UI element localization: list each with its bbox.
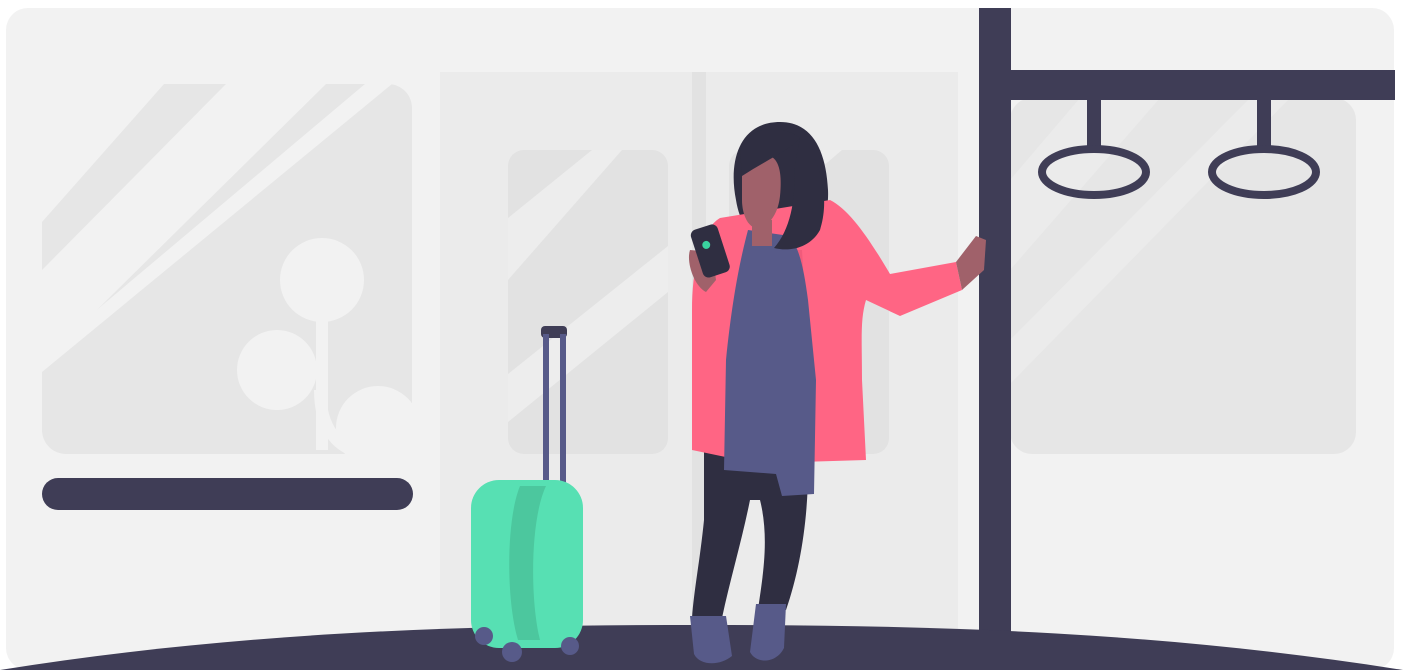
vertical-pole (979, 8, 1011, 640)
train-illustration (0, 8, 1403, 670)
left-window (42, 84, 420, 470)
overhead-bar (1011, 70, 1395, 100)
shoe (750, 604, 786, 661)
handrail-bar (42, 478, 413, 510)
shoe (690, 616, 732, 664)
illustration-scene (0, 0, 1403, 670)
